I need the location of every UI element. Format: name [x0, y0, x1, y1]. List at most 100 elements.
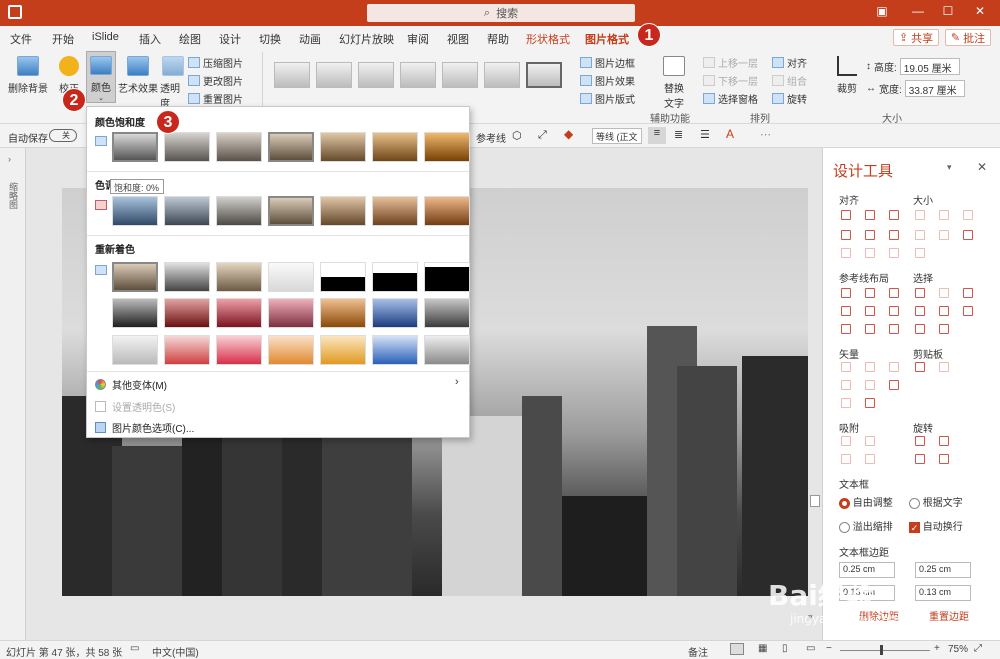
font-select[interactable]: 等线 (正文 [592, 128, 642, 144]
zoom-slider-handle[interactable] [880, 645, 883, 655]
zoom-in-icon[interactable]: + [934, 643, 940, 654]
distribute-v-icon[interactable] [865, 248, 875, 258]
recolor-none[interactable] [112, 262, 158, 292]
recolor-dark-4[interactable] [268, 298, 314, 328]
tab-design[interactable]: 设计 [219, 31, 241, 47]
picture-border-button[interactable]: 图片边框 [580, 55, 635, 70]
align-left-icon[interactable]: ≣ [674, 128, 683, 141]
fit-text-radio[interactable] [909, 497, 920, 509]
tone-6500k[interactable] [268, 196, 314, 226]
guide-margin-icon[interactable] [865, 324, 875, 334]
width-input[interactable]: 33.87 厘米 [904, 80, 965, 97]
match-size-icon[interactable] [939, 230, 949, 240]
recolor-light-5[interactable] [320, 335, 366, 365]
reading-view-icon[interactable]: ▯ [782, 643, 788, 654]
recolor-light-1[interactable] [112, 335, 158, 365]
picture-style-3[interactable] [358, 62, 394, 88]
recolor-dark-3[interactable] [216, 298, 262, 328]
snap-bottom-icon[interactable] [865, 454, 875, 464]
scrollbar-thumb[interactable] [810, 495, 820, 507]
flip-v-icon[interactable] [939, 454, 949, 464]
same-size-icon[interactable] [963, 210, 973, 220]
snap-top-icon[interactable] [841, 454, 851, 464]
saturation-300[interactable] [372, 132, 418, 162]
share-button[interactable]: ⇪ 共享 [893, 29, 939, 46]
margin-right-input[interactable]: 0.25 cm [915, 562, 971, 578]
fit-window-icon[interactable]: ⤢ [974, 643, 982, 654]
tone-8800k[interactable] [372, 196, 418, 226]
compress-pictures-button[interactable]: 压缩图片 [188, 55, 243, 70]
minimize-icon[interactable]: — [908, 4, 928, 22]
search-box[interactable]: ⌕ 搜索 [367, 4, 635, 22]
subtract-icon[interactable] [865, 380, 875, 390]
shape-icon[interactable]: ⬡ [512, 129, 522, 142]
rotate-left-icon[interactable] [915, 436, 925, 446]
select-type-icon[interactable] [939, 288, 949, 298]
fill-color-icon[interactable]: ◆ [564, 127, 573, 141]
zoom-slider[interactable] [840, 650, 930, 651]
saturation-200[interactable] [320, 132, 366, 162]
tab-animations[interactable]: 动画 [299, 31, 321, 47]
bring-forward-button[interactable]: 上移一层 [703, 55, 758, 70]
tab-shape-format[interactable]: 形状格式 [526, 31, 570, 47]
tab-transitions[interactable]: 切换 [259, 31, 281, 47]
flip-h-icon[interactable] [915, 454, 925, 464]
transparency-button[interactable]: 透明度 [160, 56, 186, 110]
recolor-dark-7[interactable] [424, 298, 470, 328]
thumbnail-pane[interactable]: › 缩略图 [0, 148, 26, 640]
guide-left-icon[interactable] [841, 288, 851, 298]
pane-menu-icon[interactable]: ▾ [947, 162, 952, 173]
same-width-icon[interactable] [915, 210, 925, 220]
auto-adjust-radio[interactable] [839, 497, 850, 509]
send-backward-button[interactable]: 下移一层 [703, 73, 758, 88]
guide-bottom-icon[interactable] [889, 306, 899, 316]
picture-style-7[interactable] [526, 62, 562, 88]
select-cursor-icon[interactable] [963, 306, 973, 316]
picture-style-6[interactable] [484, 62, 520, 88]
auto-adjust-option[interactable]: 自由调整 [839, 494, 893, 509]
picture-style-5[interactable] [442, 62, 478, 88]
saturation-0[interactable] [112, 132, 158, 162]
select-invert-icon[interactable] [939, 306, 949, 316]
recolor-grayscale[interactable] [164, 262, 210, 292]
align-left-tool-icon[interactable] [841, 210, 851, 220]
guide-grid-icon[interactable] [841, 324, 851, 334]
recolor-light-4[interactable] [268, 335, 314, 365]
color-button[interactable]: 颜色 ⌄ [86, 51, 116, 103]
paste-format-icon[interactable] [939, 362, 949, 372]
maximize-icon[interactable]: ☐ [938, 4, 958, 22]
align-center-icon[interactable]: ≡ [648, 127, 666, 144]
tab-islide[interactable]: iSlide [92, 31, 119, 43]
notes-button[interactable]: 备注 [688, 644, 708, 659]
tone-11200k[interactable] [424, 196, 470, 226]
overflow-option[interactable]: 溢出缩排 [839, 518, 893, 533]
picture-layout-button[interactable]: 图片版式 [580, 91, 635, 106]
recolor-light-6[interactable] [372, 335, 418, 365]
more-variations-item[interactable]: 其他变体(M) [95, 377, 167, 392]
align-bottom-tool-icon[interactable] [889, 230, 899, 240]
picture-style-1[interactable] [274, 62, 310, 88]
select-magic-icon[interactable] [963, 288, 973, 298]
align-top-tool-icon[interactable] [841, 230, 851, 240]
recolor-dark-6[interactable] [372, 298, 418, 328]
guide-right-icon[interactable] [889, 288, 899, 298]
picture-effects-button[interactable]: 图片效果 [580, 73, 635, 88]
remove-background-button[interactable]: 删除背景 [8, 56, 48, 95]
recolor-light-2[interactable] [164, 335, 210, 365]
change-picture-button[interactable]: 更改图片 [188, 73, 243, 88]
same-height-icon[interactable] [939, 210, 949, 220]
selection-pane-button[interactable]: 选择窗格 [703, 91, 758, 106]
picture-style-4[interactable] [400, 62, 436, 88]
recolor-sepia[interactable] [216, 262, 262, 292]
tab-insert[interactable]: 插入 [139, 31, 161, 47]
union-icon[interactable] [841, 362, 851, 372]
intersect-icon[interactable] [841, 380, 851, 390]
height-input[interactable]: 19.05 厘米 [899, 58, 960, 75]
tab-home[interactable]: 开始 [52, 31, 74, 47]
overflow-radio[interactable] [839, 521, 850, 533]
alt-text-button[interactable]: 替换文字 [660, 56, 688, 110]
language-label[interactable]: 中文(中国) [152, 644, 199, 659]
split-icon[interactable] [889, 380, 899, 390]
ribbon-display-icon[interactable]: ▣ [872, 4, 892, 22]
align-button[interactable]: 对齐 [772, 55, 807, 70]
